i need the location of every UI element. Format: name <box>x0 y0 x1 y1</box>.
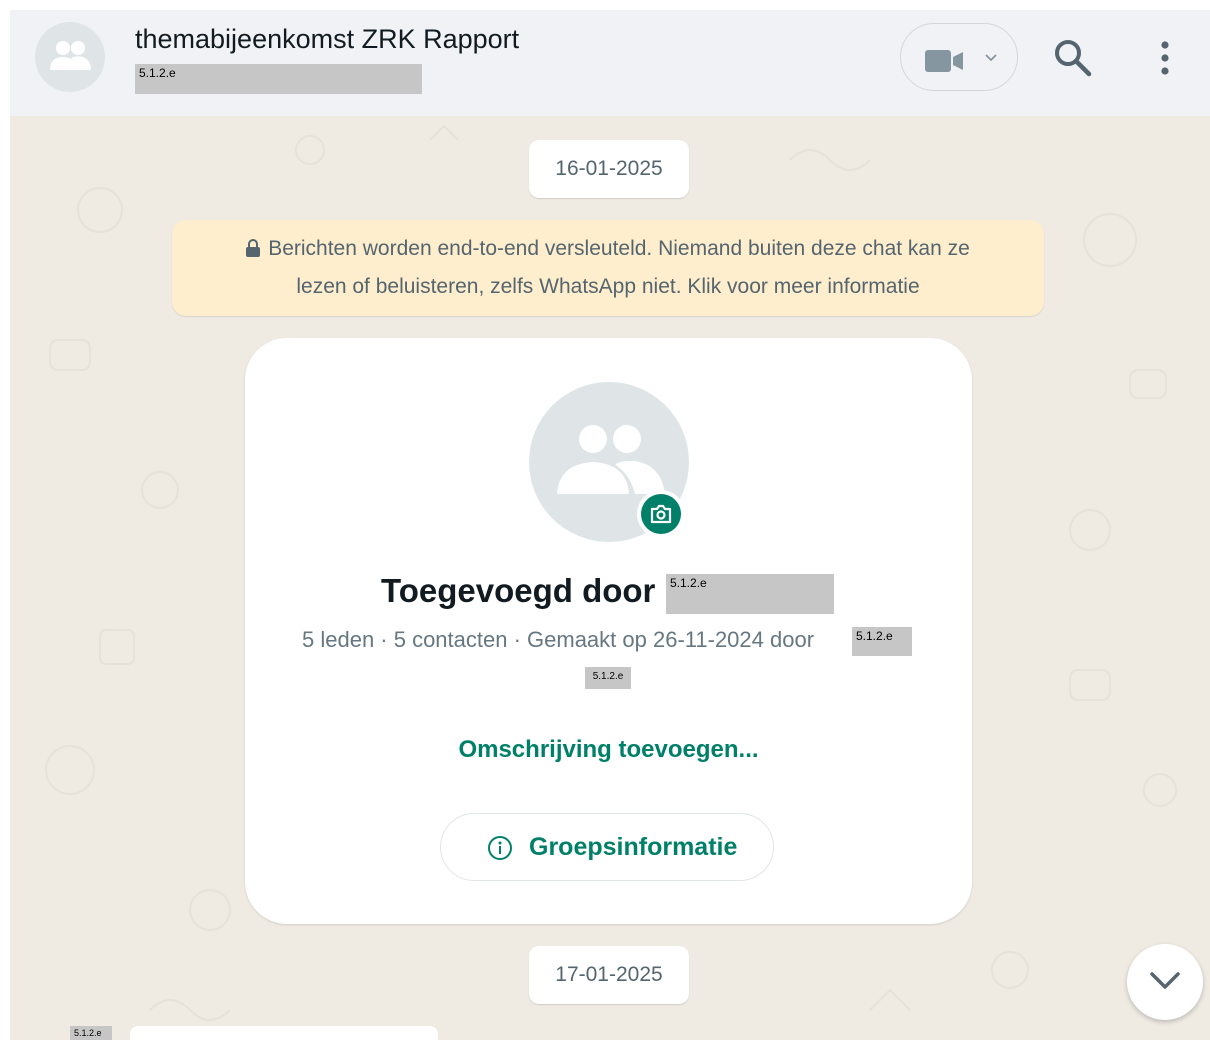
group-avatar[interactable] <box>35 22 105 92</box>
message-bubble[interactable] <box>130 1026 438 1040</box>
chevron-down-icon <box>985 54 997 62</box>
group-info-card: Toegevoegd door 5.1.2.e 5 leden · 5 cont… <box>245 338 972 924</box>
whatsapp-chat-window: themabijeenkomst ZRK Rapport 5.1.2.e 16-… <box>10 10 1210 1040</box>
added-by-title: Toegevoegd door <box>381 572 656 609</box>
encryption-notice-line2: lezen of beluisteren, zelfs WhatsApp nie… <box>296 275 920 298</box>
group-icon <box>50 41 91 70</box>
date-separator: 17-01-2025 <box>529 946 689 1004</box>
video-call-button[interactable] <box>900 23 1018 91</box>
redacted-participants: 5.1.2.e <box>135 64 422 94</box>
encryption-notice[interactable]: Berichten worden end-to-end versleuteld.… <box>172 220 1044 316</box>
group-meta: 5 leden · 5 contacten · Gemaakt op 26-11… <box>302 627 815 652</box>
camera-icon <box>650 504 672 524</box>
chat-header: themabijeenkomst ZRK Rapport 5.1.2.e <box>10 10 1210 116</box>
info-icon <box>488 836 512 860</box>
date-separator: 16-01-2025 <box>529 140 689 198</box>
encryption-notice-line1: Berichten worden end-to-end versleuteld.… <box>268 237 970 260</box>
search-icon[interactable] <box>1053 38 1093 78</box>
chat-title[interactable]: themabijeenkomst ZRK Rapport <box>135 24 519 55</box>
change-photo-button[interactable] <box>637 490 685 538</box>
video-call-icon <box>925 50 963 72</box>
redacted-name: 5.1.2.e <box>666 574 834 614</box>
chevron-down-icon <box>1150 972 1180 989</box>
group-info-button[interactable]: Groepsinformatie <box>440 813 774 881</box>
lock-icon <box>246 239 261 257</box>
group-info-label: Groepsinformatie <box>529 833 738 861</box>
add-description-link[interactable]: Omschrijving toevoegen... <box>245 736 972 764</box>
redacted-sender: 5.1.2.e <box>70 1026 112 1040</box>
kebab-menu-icon[interactable] <box>1150 40 1180 76</box>
scroll-to-bottom-button[interactable] <box>1127 944 1203 1020</box>
redacted-creator: 5.1.2.e <box>852 627 912 656</box>
redacted-creator-continued: 5.1.2.e <box>585 667 631 689</box>
